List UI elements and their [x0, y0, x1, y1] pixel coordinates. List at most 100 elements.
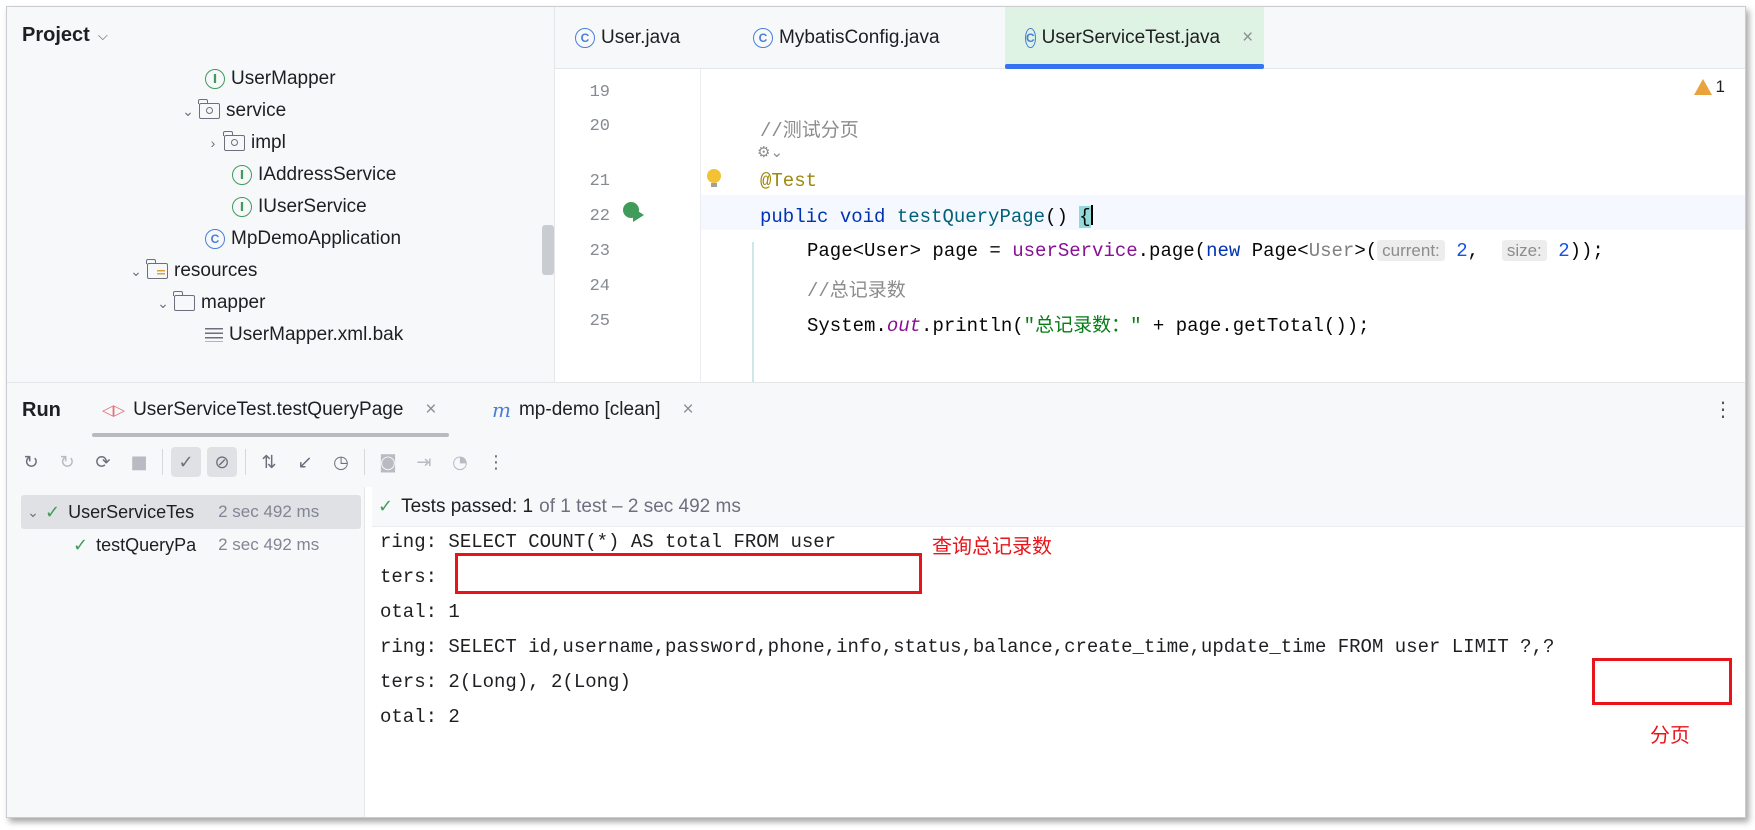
tree-item-label: mapper	[201, 292, 266, 313]
run-panel: Run ◁▷ UserServiceTest.testQueryPage × m…	[7, 382, 1745, 817]
code-text: Page<	[1240, 240, 1309, 262]
close-icon[interactable]: ×	[425, 399, 436, 421]
history-icon[interactable]: ◷	[326, 447, 356, 477]
console-line: ters: 2(Long), 2(Long)	[380, 671, 631, 693]
code-line-23: Page<User> page = userService.page(new P…	[807, 240, 1604, 262]
tree-item-label: impl	[251, 132, 286, 153]
code-brace: {	[1079, 206, 1091, 228]
code-editor[interactable]: 1 19 20 21 22 23 24 25 //测试分页 ⚙⌄ @Test p…	[555, 69, 1745, 382]
tab-run-testquerypage[interactable]: ◁▷ UserServiceTest.testQueryPage ×	[92, 383, 449, 437]
more-options-icon[interactable]: ⋮	[1713, 397, 1733, 422]
gutter-divider	[700, 69, 701, 382]
chevron-down-icon[interactable]: ⌄	[152, 295, 174, 312]
close-icon[interactable]: ×	[1242, 27, 1253, 49]
tree-item-label: IAddressService	[258, 164, 397, 185]
console-output[interactable]: ✓ Tests passed: 1 of 1 test – 2 sec 492 …	[366, 487, 1745, 817]
tree-item-label: IUserService	[258, 196, 367, 217]
show-passed-icon[interactable]: ✓	[171, 447, 201, 477]
class-icon: C	[205, 229, 225, 249]
chevron-down-icon[interactable]: ⌄	[21, 504, 45, 521]
code-keyword: new	[1206, 240, 1241, 262]
run-test-icon[interactable]	[623, 202, 645, 224]
show-ignored-icon[interactable]: ⊘	[207, 447, 237, 477]
toggle-auto-test-icon[interactable]: ⟳	[88, 447, 118, 477]
tree-item-iaddressservice[interactable]: I IAddressService	[232, 158, 396, 192]
tree-item-service[interactable]: ⌄ service	[177, 94, 286, 128]
code-line-25: System.out.println("总记录数：" + page.getTot…	[807, 310, 1370, 337]
code-line-22: public void testQueryPage() {	[760, 205, 1093, 228]
line-number: 20	[589, 117, 610, 136]
interface-icon: I	[205, 69, 225, 89]
line-number: 19	[589, 83, 610, 102]
test-duration: 2 sec 492 ms	[218, 502, 320, 521]
tree-item-usermapper-xml-bak[interactable]: UserMapper.xml.bak	[205, 318, 403, 352]
tree-item-resources[interactable]: ⌄ resources	[125, 254, 257, 288]
code-line-20: //测试分页	[760, 115, 859, 142]
toolbar-separator	[245, 449, 246, 475]
close-icon[interactable]: ×	[682, 399, 693, 421]
tree-item-mapper[interactable]: ⌄ mapper	[152, 286, 265, 320]
tab-mybatisconfig-java[interactable]: C MybatisConfig.java	[733, 7, 960, 69]
test-node-class[interactable]: ⌄ ✓ UserServiceTes 2 sec 492 ms	[21, 495, 361, 529]
package-icon	[223, 131, 245, 151]
ide-window: Project ⌵ I UserMapper ⌄ service › impl …	[6, 6, 1746, 818]
chevron-down-icon[interactable]: ⌵	[98, 28, 108, 44]
code-line-24: //总记录数	[807, 275, 906, 302]
toolbar-separator	[162, 449, 163, 475]
tab-run-mp-demo-clean[interactable]: m mp-demo [clean] ×	[492, 383, 694, 437]
console-line: ring: SELECT id,username,password,phone,…	[380, 636, 1555, 658]
project-scrollbar[interactable]	[542, 225, 554, 275]
test-tree: ⌄ ✓ UserServiceTes 2 sec 492 ms ✓ testQu…	[7, 487, 365, 817]
code-number: 2	[1558, 240, 1570, 262]
gauge-icon[interactable]: ◔	[445, 447, 475, 477]
test-status-bar: ✓ Tests passed: 1 of 1 test – 2 sec 492 …	[372, 487, 1745, 527]
file-icon	[205, 328, 223, 342]
code-annotation: @Test	[760, 170, 818, 192]
project-header[interactable]: Project ⌵	[22, 24, 108, 47]
interface-icon: I	[232, 197, 252, 217]
collapse-icon[interactable]: ↙	[290, 447, 320, 477]
code-keyword: public	[760, 206, 829, 228]
stop-icon[interactable]: ■	[124, 447, 154, 477]
line-number: 25	[589, 312, 610, 331]
tab-label: MybatisConfig.java	[779, 27, 940, 48]
inspection-widget[interactable]: 1	[1693, 77, 1725, 97]
tree-item-label: resources	[174, 260, 258, 281]
code-field: out	[886, 315, 922, 337]
check-icon: ✓	[45, 501, 61, 523]
tab-userservicetest-java[interactable]: C UserServiceTest.java ×	[1005, 7, 1264, 69]
line-number: 23	[589, 242, 610, 261]
more-icon[interactable]: ⋮	[481, 447, 511, 477]
tree-item-impl[interactable]: › impl	[202, 126, 286, 160]
tree-item-mpdemoapplication[interactable]: C MpDemoApplication	[205, 222, 401, 256]
tree-item-usermapper[interactable]: I UserMapper	[205, 62, 336, 96]
ai-hint-icon[interactable]: ⚙⌄	[757, 143, 783, 161]
toolbar-separator	[364, 449, 365, 475]
rerun-icon[interactable]: ↻	[16, 447, 46, 477]
check-icon: ✓	[378, 496, 394, 517]
code-generic: User	[1308, 240, 1355, 262]
annotation-count-box	[455, 553, 922, 594]
test-node-method[interactable]: ✓ testQueryPa 2 sec 492 ms	[73, 528, 364, 562]
indent-guide	[752, 242, 754, 382]
run-toolbar: ↻ ↻ ⟳ ■ ✓ ⊘ ⇅ ↙ ◷ ◙ ⇥ ◔ ⋮	[7, 437, 1745, 487]
run-tab-label: UserServiceTest.testQueryPage	[133, 399, 404, 420]
code-line-21: @Test	[760, 170, 817, 192]
lightbulb-icon[interactable]	[707, 169, 721, 187]
code-text: ()	[1045, 206, 1080, 228]
chevron-down-icon[interactable]: ⌄	[177, 103, 199, 120]
tree-item-label: UserMapper.xml.bak	[229, 324, 404, 345]
console-line: ring: SELECT COUNT(*) AS total FROM user	[380, 531, 837, 553]
package-icon	[198, 99, 220, 119]
sort-icon[interactable]: ⇅	[254, 447, 284, 477]
annotation-count-label: 查询总记录数	[932, 534, 1052, 558]
tree-item-iuserservice[interactable]: I IUserService	[232, 190, 367, 224]
annotation-page-label: 分页	[1650, 723, 1690, 747]
run-title: Run	[22, 399, 61, 421]
chevron-right-icon[interactable]: ›	[202, 135, 224, 151]
tab-user-java[interactable]: C User.java	[555, 7, 700, 69]
camera-icon[interactable]: ◙	[373, 447, 403, 477]
rerun-failed-icon[interactable]: ↻	[52, 447, 82, 477]
chevron-down-icon[interactable]: ⌄	[125, 263, 147, 280]
import-icon[interactable]: ⇥	[409, 447, 439, 477]
